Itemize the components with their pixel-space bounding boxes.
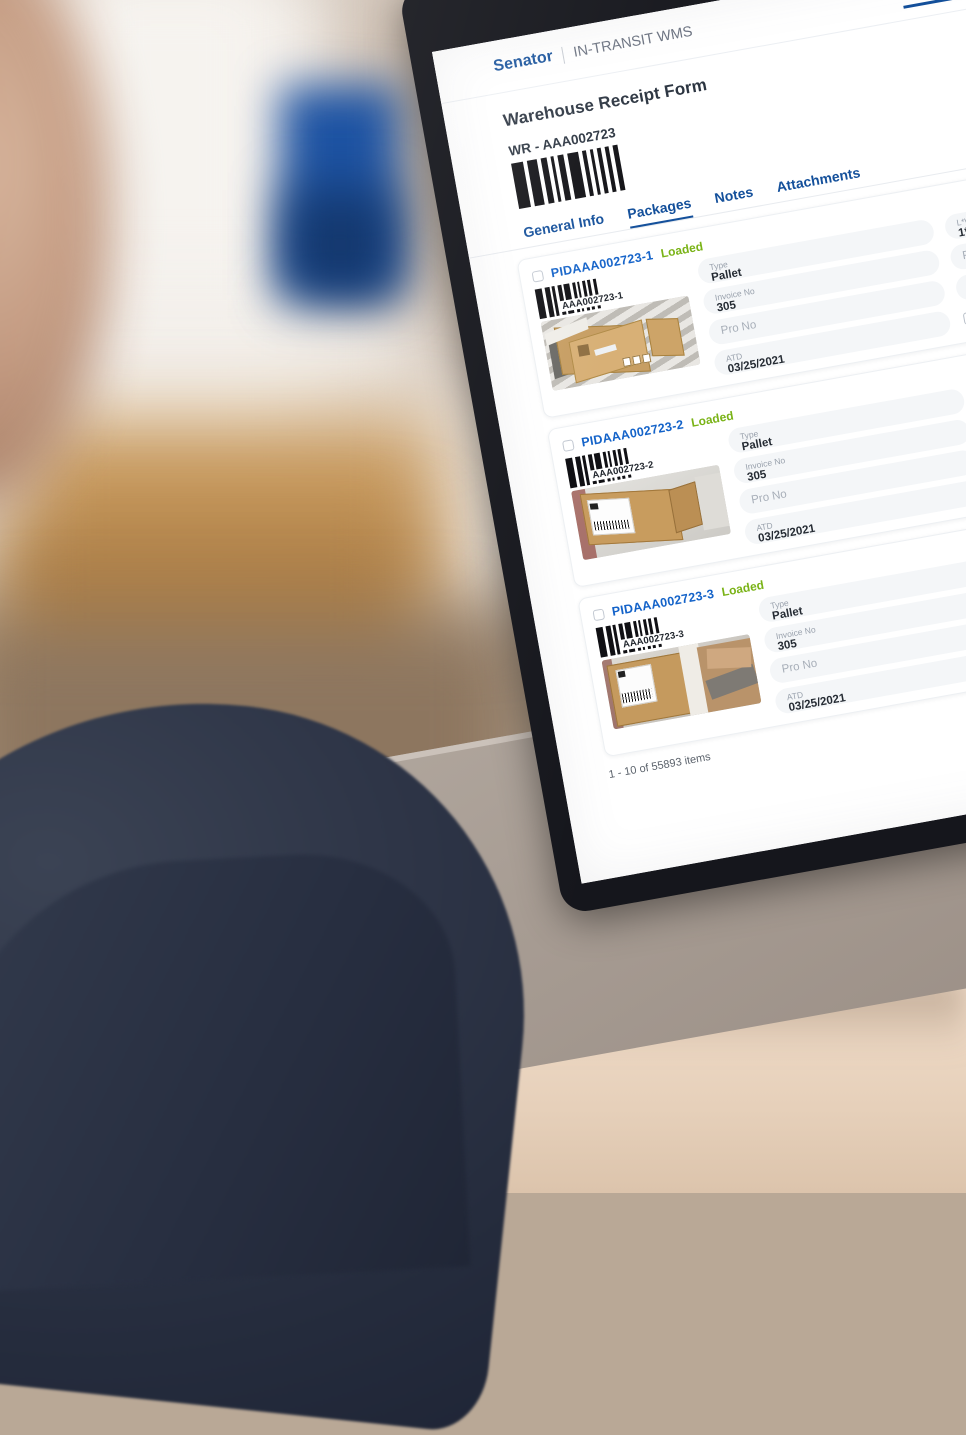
package-media: AAA002723-2 xyxy=(565,432,734,575)
field-placeholder: Pro No xyxy=(750,488,788,507)
bg-blue-poster-shadow xyxy=(285,190,395,300)
nav-item-warehouse[interactable]: Warehouse ⌄ xyxy=(898,0,966,9)
checkbox-fumigated[interactable]: Fumigated xyxy=(962,300,966,325)
package-select-checkbox[interactable] xyxy=(592,607,606,621)
brand-name[interactable]: Senator xyxy=(492,48,555,76)
status-badge: Loaded xyxy=(720,577,766,600)
brand-divider xyxy=(561,46,566,64)
field-placeholder: PO No xyxy=(961,244,966,263)
brand-subtitle: IN-TRANSIT WMS xyxy=(572,23,694,61)
checkbox-empty-icon[interactable] xyxy=(962,311,966,325)
field-placeholder: Pro No xyxy=(719,318,758,338)
status-badge: Loaded xyxy=(690,408,735,430)
package-media: AAA002723-1 xyxy=(534,263,704,406)
status-badge: Loaded xyxy=(659,239,705,261)
package-media: AAA002723-3 xyxy=(595,602,765,745)
package-select-checkbox[interactable] xyxy=(531,269,545,283)
nav-links: Warehouse ⌄ Shipments xyxy=(898,0,966,9)
package-select-checkbox[interactable] xyxy=(561,438,575,452)
field-placeholder: Pro No xyxy=(780,657,819,676)
foreground-person-arm xyxy=(0,846,471,1294)
